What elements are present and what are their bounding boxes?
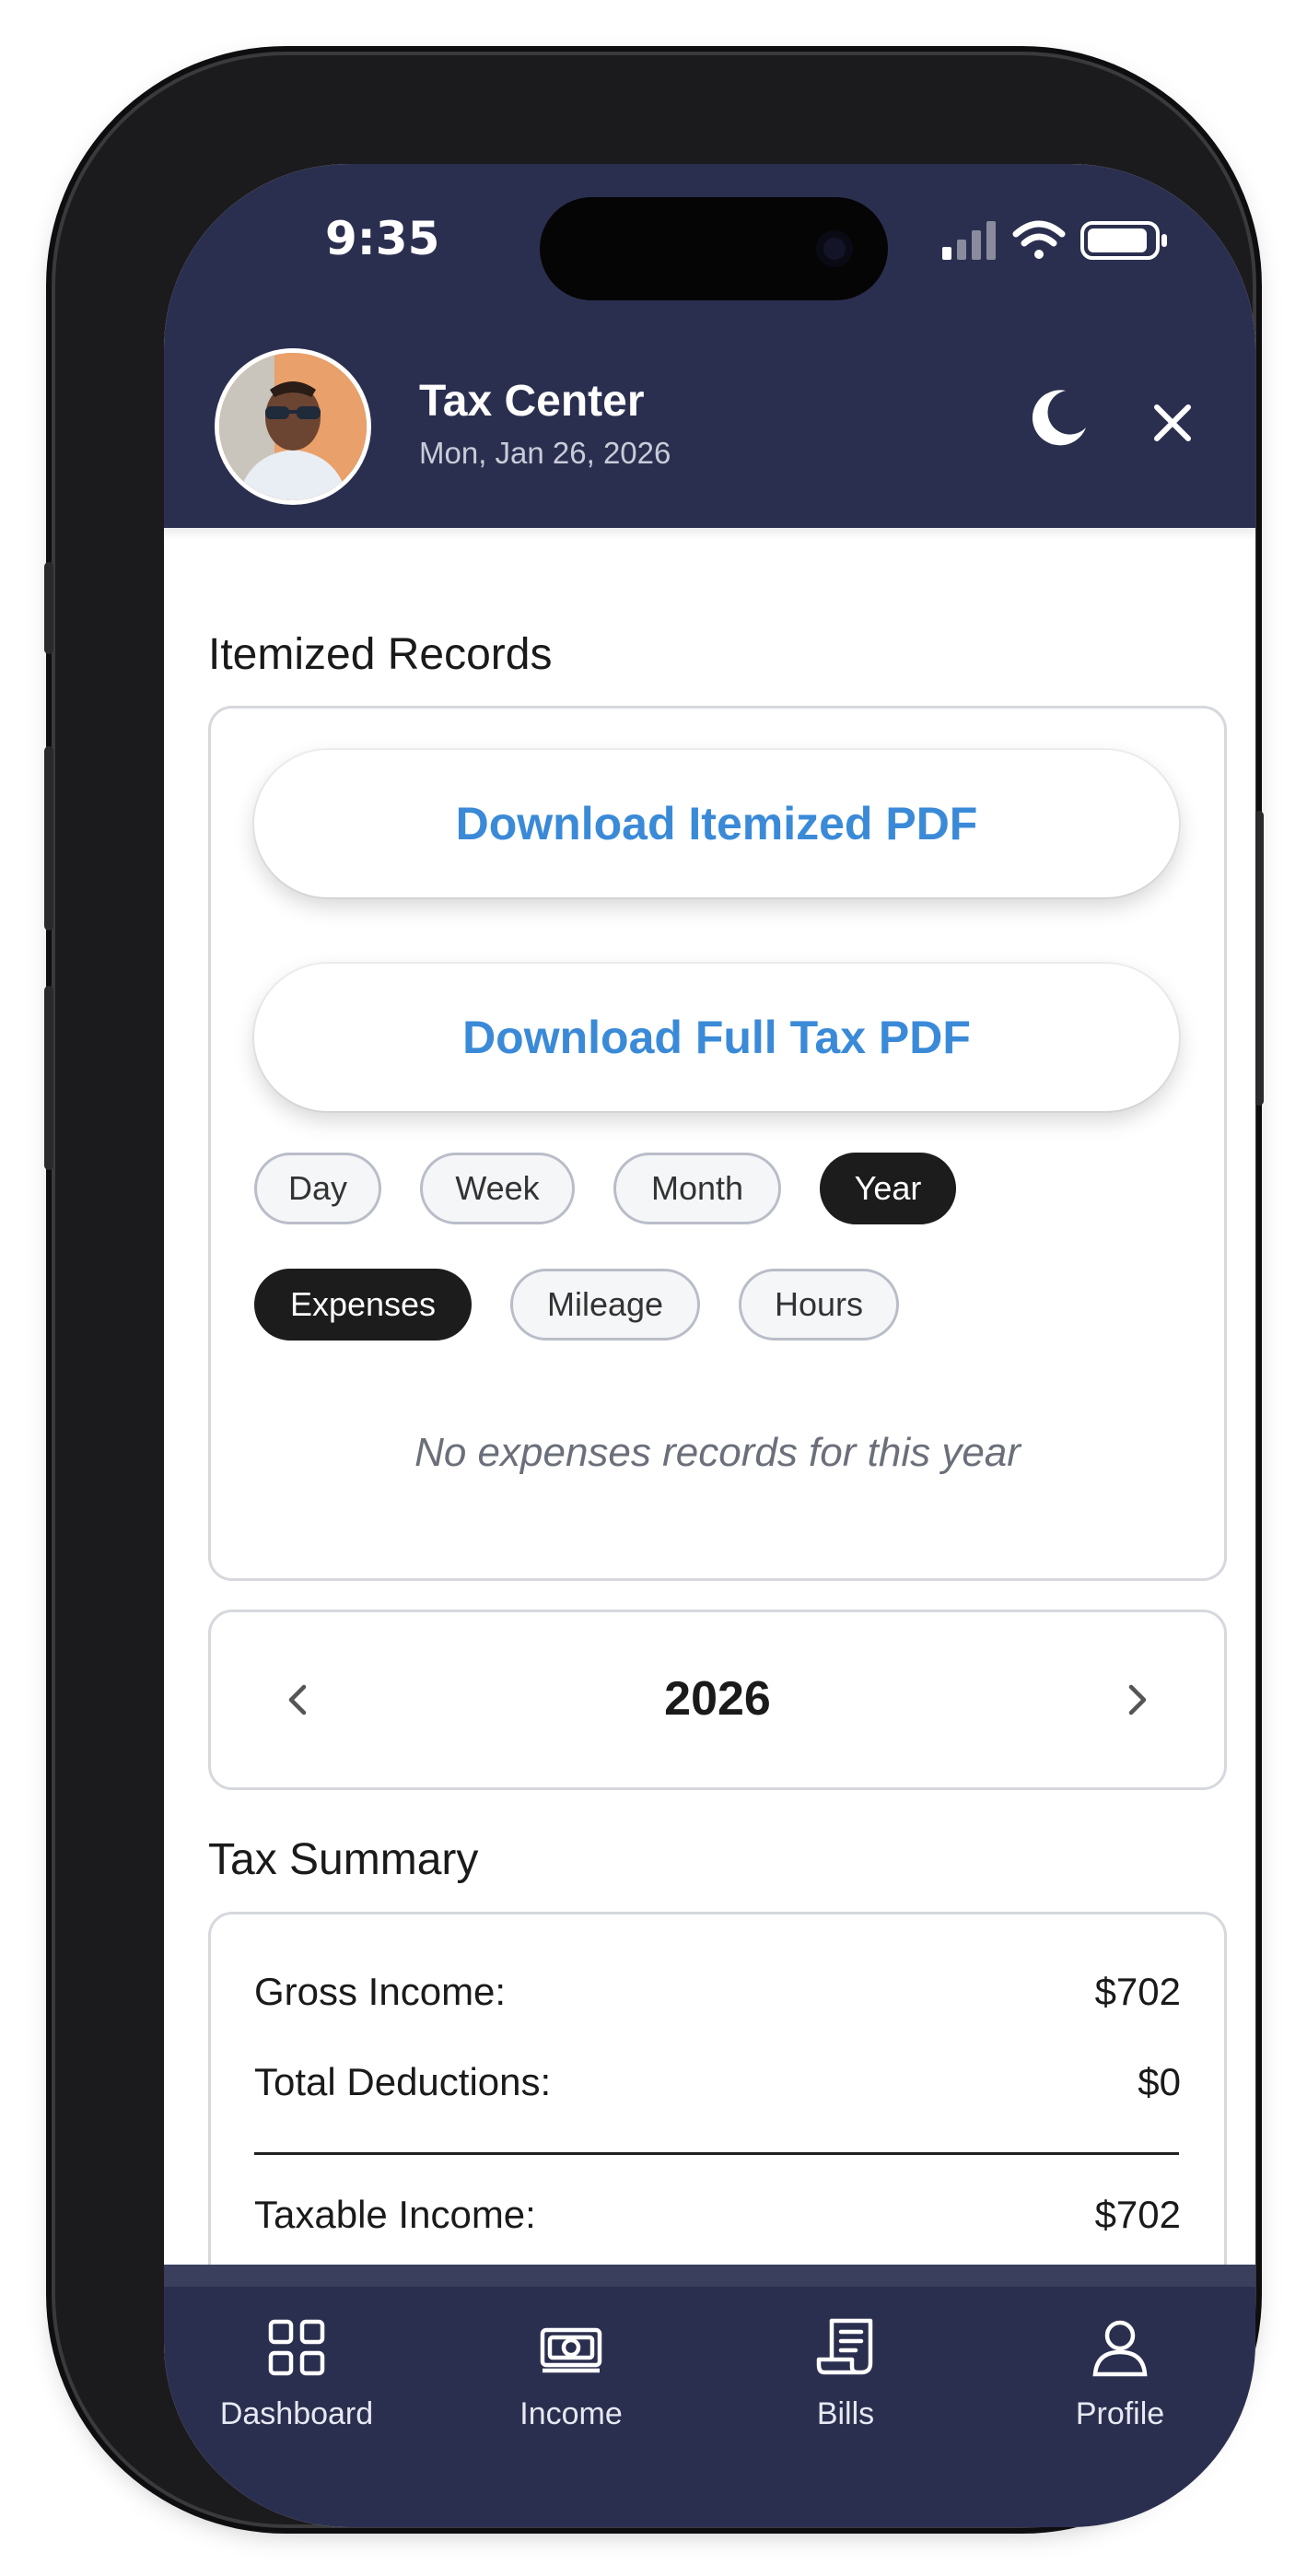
silent-switch bbox=[44, 562, 53, 654]
download-itemized-pdf-button[interactable]: Download Itemized PDF bbox=[254, 750, 1179, 897]
status-time: 9:35 bbox=[325, 212, 440, 265]
person-icon bbox=[1092, 2320, 1148, 2377]
tab-income-label: Income bbox=[519, 2396, 623, 2431]
taxable-income-value: $702 bbox=[1094, 2193, 1181, 2236]
volume-down-button bbox=[44, 986, 53, 1170]
gross-income-label: Gross Income: bbox=[254, 1970, 507, 2013]
screen: 9:35 Tax Center Mon, Jan 26, 2026 Itemiz… bbox=[164, 164, 1255, 2527]
tab-profile-label: Profile bbox=[1075, 2396, 1165, 2431]
tab-bills[interactable]: Bills bbox=[730, 2315, 961, 2432]
total-deductions-label: Total Deductions: bbox=[254, 2060, 552, 2103]
status-icons bbox=[942, 220, 1167, 260]
tab-bills-label: Bills bbox=[816, 2396, 875, 2431]
summary-divider bbox=[254, 2152, 1179, 2155]
app-header: 9:35 Tax Center Mon, Jan 26, 2026 bbox=[164, 164, 1255, 528]
wifi-icon bbox=[1012, 220, 1066, 259]
filter-week[interactable]: Week bbox=[420, 1153, 575, 1224]
volume-up-button bbox=[44, 746, 53, 931]
tab-dashboard-label: Dashboard bbox=[219, 2396, 374, 2431]
tax-summary-title: Tax Summary bbox=[208, 1835, 479, 1884]
receipt-icon bbox=[816, 2318, 873, 2375]
filter-mileage[interactable]: Mileage bbox=[510, 1269, 700, 1341]
tab-income[interactable]: Income bbox=[456, 2315, 686, 2432]
signal-icon bbox=[942, 221, 996, 260]
itemized-section-title: Itemized Records bbox=[208, 630, 553, 679]
tab-profile[interactable]: Profile bbox=[1005, 2315, 1235, 2432]
selected-year: 2026 bbox=[664, 1672, 771, 1726]
page-title: Tax Center bbox=[419, 377, 645, 426]
bottom-tab-bar: Dashboard Income Bills Profile bbox=[164, 2265, 1255, 2527]
avatar[interactable] bbox=[215, 348, 371, 505]
cash-icon bbox=[540, 2327, 602, 2373]
filter-month[interactable]: Month bbox=[613, 1153, 781, 1224]
total-deductions-value: $0 bbox=[1138, 2060, 1181, 2103]
tab-dashboard[interactable]: Dashboard bbox=[181, 2315, 412, 2432]
tabbar-top-border bbox=[164, 2265, 1255, 2287]
itemized-records-card: Download Itemized PDF Download Full Tax … bbox=[208, 706, 1227, 1581]
filter-expenses[interactable]: Expenses bbox=[254, 1269, 472, 1341]
filter-day[interactable]: Day bbox=[254, 1153, 381, 1224]
filter-hours[interactable]: Hours bbox=[739, 1269, 899, 1341]
header-date: Mon, Jan 26, 2026 bbox=[419, 436, 671, 470]
dynamic-island bbox=[540, 197, 888, 300]
taxable-income-label: Taxable Income: bbox=[254, 2193, 536, 2236]
content-area[interactable]: Itemized Records Download Itemized PDF D… bbox=[164, 528, 1255, 2265]
power-button bbox=[1254, 811, 1264, 1106]
filter-year[interactable]: Year bbox=[820, 1153, 956, 1224]
phone-frame: 9:35 Tax Center Mon, Jan 26, 2026 Itemiz… bbox=[44, 55, 1264, 2527]
moon-icon[interactable] bbox=[1027, 385, 1091, 450]
avatar-photo bbox=[219, 353, 367, 500]
tax-summary-card: Gross Income: $702 Total Deductions: $0 … bbox=[208, 1912, 1227, 2265]
grid-icon bbox=[268, 2319, 325, 2376]
empty-state-message: No expenses records for this year bbox=[414, 1430, 1021, 1475]
year-selector: 2026 bbox=[208, 1610, 1227, 1790]
close-icon[interactable] bbox=[1151, 402, 1194, 444]
battery-icon bbox=[1080, 221, 1167, 260]
gross-income-value: $702 bbox=[1094, 1970, 1181, 2013]
download-full-tax-pdf-button[interactable]: Download Full Tax PDF bbox=[254, 964, 1179, 1111]
chevron-right-icon[interactable] bbox=[1118, 1681, 1155, 1718]
